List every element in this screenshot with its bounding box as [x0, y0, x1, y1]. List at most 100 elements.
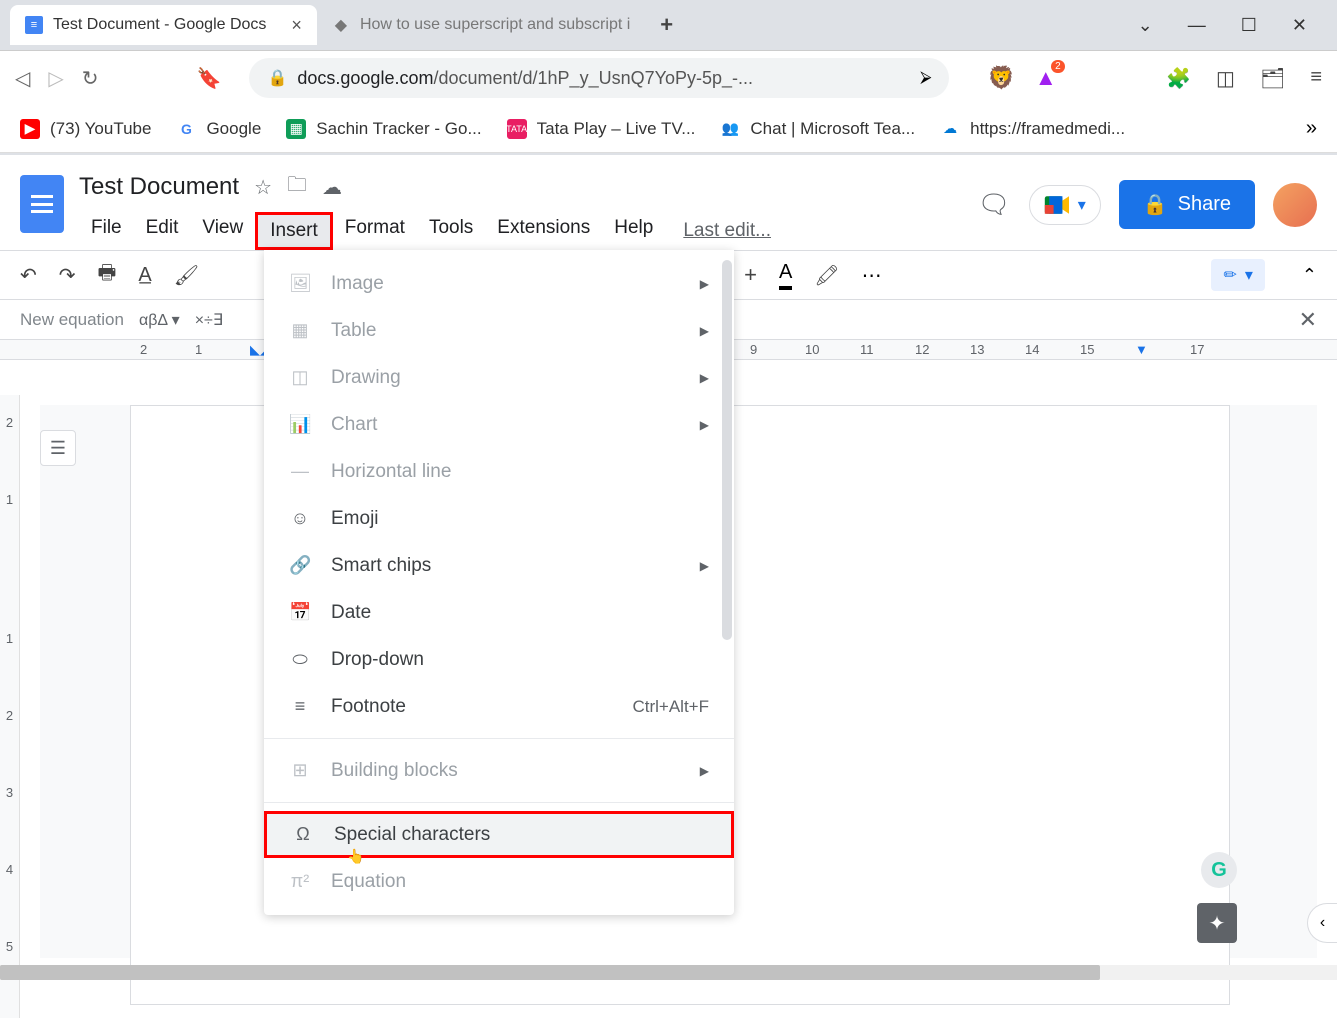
tab-favicon: ◆ [332, 16, 350, 34]
insert-menu-table: ▦Table▶ [264, 307, 734, 354]
browser-tab[interactable]: ◆ How to use superscript and subscript i [317, 5, 645, 45]
menu-item-label: Equation [331, 871, 406, 893]
outline-toggle[interactable]: ☰ [40, 430, 76, 466]
font-size-increase[interactable]: + [744, 262, 757, 288]
wallet-icon[interactable]: 🗂 [1260, 66, 1285, 91]
menu-item-icon: ⬭ [289, 649, 311, 670]
menu-extensions[interactable]: Extensions [485, 212, 602, 250]
insert-menu-smart-chips[interactable]: 🔗 Smart chips ▶ [264, 542, 734, 589]
submenu-arrow-icon: ▶ [700, 371, 709, 385]
editing-mode-button[interactable]: ✏ ▾ [1211, 259, 1264, 291]
menu-shortcut: Ctrl+Alt+F [632, 697, 709, 717]
insert-menu-horizontal-line: —Horizontal line [264, 448, 734, 495]
cursor-pointer: 👆 [347, 848, 364, 865]
menu-file[interactable]: File [79, 212, 134, 250]
close-tab-icon[interactable]: × [291, 15, 302, 36]
lock-icon: 🔒 [1143, 192, 1168, 217]
meet-button[interactable]: ▾ [1029, 185, 1101, 225]
collapse-toolbar-icon[interactable]: ⌃ [1302, 265, 1317, 286]
new-equation-button[interactable]: New equation [20, 310, 124, 330]
menu-item-icon: 🔗 [289, 555, 311, 576]
maximize-icon[interactable]: ☐ [1241, 15, 1257, 36]
paint-format-icon[interactable]: 🖌 [174, 263, 199, 288]
menu-item-label: Horizontal line [331, 461, 451, 483]
text-color-button[interactable]: A [779, 261, 792, 290]
share-button[interactable]: 🔒 Share [1119, 180, 1255, 229]
bookmarks-bar: ▶(73) YouTube GGoogle ▦Sachin Tracker - … [0, 105, 1337, 153]
bookmarks-overflow[interactable]: » [1306, 117, 1317, 140]
insert-menu-emoji[interactable]: ☺ Emoji [264, 495, 734, 542]
dropdown-scrollbar[interactable] [722, 260, 732, 640]
brave-shield-icon[interactable]: 🦁 [987, 65, 1014, 91]
bookmark-sheets[interactable]: ▦Sachin Tracker - Go... [286, 119, 481, 139]
menu-item-icon: ▦ [289, 320, 311, 341]
grammarly-icon[interactable]: G [1201, 852, 1237, 888]
menu-item-label: Date [331, 602, 371, 624]
highlight-icon[interactable]: 🖍 [814, 263, 839, 288]
browser-nav-bar: ◁ ▷ ↻ 🔖 🔒 docs.google.com/document/d/1hP… [0, 50, 1337, 105]
menu-item-icon: 📊 [289, 414, 311, 435]
menu-insert[interactable]: Insert [255, 212, 333, 250]
brave-rewards-icon[interactable]: ▲2 [1035, 65, 1057, 91]
insert-menu-date[interactable]: 📅Date [264, 589, 734, 636]
menu-item-label: Emoji [331, 508, 379, 530]
bookmark-onedrive[interactable]: ☁https://framedmedi... [940, 119, 1125, 139]
explore-button[interactable]: ✦ [1197, 903, 1237, 943]
spellcheck-icon[interactable]: A̲ [138, 264, 151, 287]
chevron-down-icon[interactable]: ⌄ [1138, 15, 1153, 36]
menu-item-label: Table [331, 320, 376, 342]
menu-item-label: Chart [331, 414, 377, 436]
close-equation-bar[interactable]: ✕ [1299, 307, 1317, 333]
menu-item-label: Smart chips [331, 555, 431, 577]
menu-icon[interactable]: ≡ [1310, 66, 1322, 91]
menu-format[interactable]: Format [333, 212, 417, 250]
insert-menu-chart: 📊Chart▶ [264, 401, 734, 448]
undo-icon[interactable]: ↶ [20, 263, 37, 288]
bookmark-google[interactable]: GGoogle [176, 119, 261, 139]
redo-icon[interactable]: ↷ [59, 263, 76, 288]
menu-view[interactable]: View [190, 212, 255, 250]
menu-item-label: Special characters [334, 824, 490, 846]
user-avatar[interactable] [1273, 183, 1317, 227]
menu-help[interactable]: Help [602, 212, 665, 250]
share-url-icon[interactable]: ⮚ [920, 69, 931, 87]
menu-item-icon: ☺ [289, 508, 311, 529]
menu-item-label: Drop-down [331, 649, 424, 671]
browser-tab-bar: ≡ Test Document - Google Docs × ◆ How to… [0, 0, 1337, 50]
menu-item-label: Building blocks [331, 760, 458, 782]
comments-icon[interactable]: 🗨 [978, 189, 1011, 220]
close-window-icon[interactable]: ✕ [1292, 15, 1307, 36]
menu-item-label: Image [331, 273, 384, 295]
insert-menu-drop-down[interactable]: ⬭ Drop-down [264, 636, 734, 683]
document-title[interactable]: Test Document [79, 173, 239, 201]
insert-menu-footnote[interactable]: ≡FootnoteCtrl+Alt+F [264, 683, 734, 730]
menu-edit[interactable]: Edit [134, 212, 191, 250]
toolbar-more[interactable]: ⋯ [862, 263, 885, 288]
print-icon[interactable]: 🖶 [98, 258, 117, 292]
insert-menu-special-characters[interactable]: ΩSpecial characters [264, 811, 734, 858]
equation-greek[interactable]: αβΔ ▾ [139, 310, 180, 330]
address-bar[interactable]: 🔒 docs.google.com/document/d/1hP_y_UsnQ7… [249, 58, 949, 98]
bookmark-page-icon[interactable]: 🔖 [197, 66, 222, 91]
back-button[interactable]: ◁ [15, 66, 30, 91]
extensions-icon[interactable]: 🧩 [1166, 66, 1191, 91]
menu-tools[interactable]: Tools [417, 212, 485, 250]
browser-tab-active[interactable]: ≡ Test Document - Google Docs × [10, 5, 317, 45]
menu-item-icon: ◫ [289, 367, 311, 388]
new-tab-button[interactable]: + [660, 12, 673, 38]
bookmark-tataplay[interactable]: TATATata Play – Live TV... [507, 119, 696, 139]
reload-button[interactable]: ↻ [82, 66, 99, 91]
bookmark-youtube[interactable]: ▶(73) YouTube [20, 119, 151, 139]
sidepanel-icon[interactable]: ◫ [1216, 66, 1235, 91]
last-edit-link[interactable]: Last edit... [683, 220, 771, 242]
star-icon[interactable]: ☆ [254, 175, 272, 200]
equation-operators[interactable]: ×÷∃ [195, 310, 223, 330]
move-icon[interactable]: 🗀 [287, 170, 307, 204]
minimize-icon[interactable]: — [1188, 15, 1206, 36]
horizontal-scrollbar[interactable] [0, 965, 1337, 980]
cloud-status-icon[interactable]: ☁ [322, 175, 342, 200]
submenu-arrow-icon: ▶ [700, 559, 709, 573]
vertical-ruler[interactable]: 2 1 1 2 3 4 5 [0, 395, 20, 1018]
bookmark-teams[interactable]: 👥Chat | Microsoft Tea... [720, 119, 915, 139]
docs-logo[interactable] [20, 175, 64, 233]
